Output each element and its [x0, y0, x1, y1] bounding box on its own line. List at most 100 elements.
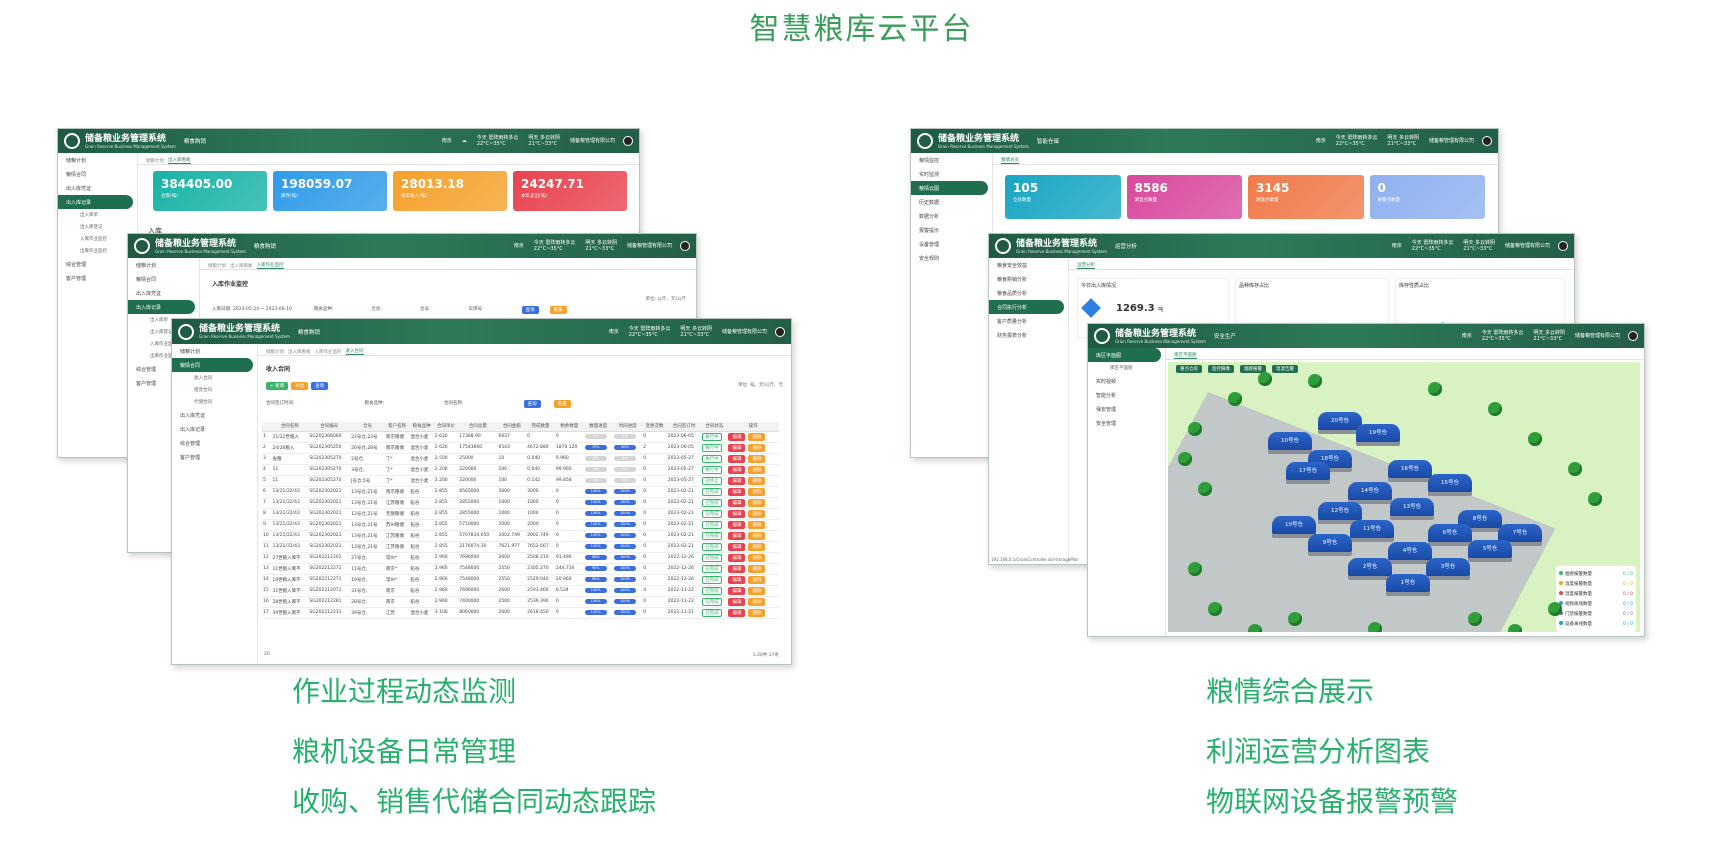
delete-button[interactable]: 删除: [748, 454, 766, 463]
edit-button[interactable]: 编辑: [728, 564, 746, 573]
module-name[interactable]: 安全生产: [1214, 332, 1236, 340]
delete-button[interactable]: 删除: [748, 531, 766, 540]
table-row[interactable]: 8 13/21/22/43 SG202302021 13号仓,21号 无锡粮储 稻谷 2.8…: [262, 508, 779, 520]
sidebar-item[interactable]: 历史数据: [911, 195, 992, 209]
delete-button[interactable]: 删除: [748, 509, 766, 518]
delete-button[interactable]: 删除: [748, 465, 766, 474]
table-row[interactable]: 15 31世粮入库不 SG202212071 31号仓, 南京 稻谷 2.960 769600…: [262, 585, 779, 597]
warehouse[interactable]: 9号仓: [1308, 534, 1352, 552]
sidebar-item[interactable]: 安全管理: [1088, 416, 1165, 430]
sidebar-item[interactable]: 设备管理: [911, 237, 992, 251]
tab-item[interactable]: 库区平面图: [1174, 352, 1197, 359]
delete-button[interactable]: 删除: [748, 608, 766, 617]
edit-button[interactable]: 编辑: [728, 454, 746, 463]
sidebar-item[interactable]: 粮食品质分析: [989, 286, 1068, 300]
warehouse[interactable]: 3号仓: [1426, 558, 1470, 576]
search-button[interactable]: 查询: [311, 382, 329, 390]
edit-button[interactable]: 编辑: [728, 531, 746, 540]
sidebar-item[interactable]: 数据分析: [911, 209, 992, 223]
add-button[interactable]: + 新增: [266, 382, 289, 390]
warehouse[interactable]: 12号仓: [1318, 502, 1362, 520]
module-name[interactable]: 运营分析: [1115, 242, 1137, 250]
delete-button[interactable]: 删除: [748, 432, 766, 441]
edit-button[interactable]: 编辑: [728, 487, 746, 496]
delete-button[interactable]: 删除: [748, 575, 766, 584]
edit-button[interactable]: 编辑: [728, 542, 746, 551]
sidebar-item[interactable]: 出入库登记: [58, 221, 137, 233]
table-row[interactable]: 3 省粮 SG202305270 2号仓, 丁* 混合小麦 2.500 25000 10 0.04…: [262, 453, 779, 465]
tab-item[interactable]: 收入合同: [345, 348, 364, 355]
table-row[interactable]: 4 11 SG202305270 3号仓, 丁* 混合小麦 2.200 220000 100 0.…: [262, 464, 779, 476]
sidebar-item[interactable]: 安全规则: [911, 251, 992, 265]
sidebar-item[interactable]: 粮食购销分析: [989, 272, 1068, 286]
warehouse[interactable]: 10号仓: [1272, 516, 1316, 534]
sidebar-item[interactable]: 实时视频: [1088, 374, 1165, 388]
delete-button[interactable]: 删除: [748, 498, 766, 507]
sidebar-item[interactable]: 财务报表分析: [989, 328, 1068, 342]
export-button[interactable]: 导出: [291, 382, 309, 390]
avatar[interactable]: [1558, 241, 1568, 251]
sidebar-item[interactable]: 储粮计划: [58, 153, 137, 167]
table-row[interactable]: 12 27世粮入库不 SG202212201 27号仓, 常州* 稻谷 2.960 76960…: [262, 552, 779, 564]
sidebar-item[interactable]: 综合管理: [58, 257, 137, 271]
filter-name[interactable]: 合同名称:: [444, 400, 464, 408]
sidebar-item[interactable]: 库区平面图: [1088, 362, 1165, 374]
warehouse[interactable]: 15号仓: [1428, 474, 1472, 492]
avatar[interactable]: [1628, 331, 1638, 341]
edit-button[interactable]: 编辑: [728, 575, 746, 584]
table-row[interactable]: 16 28世粮入库不 SG202212281 28号仓, 南京 稻谷 2.960 740000…: [262, 596, 779, 608]
warehouse[interactable]: 19号仓: [1356, 424, 1400, 442]
filter-house[interactable]: 仓房:: [371, 306, 382, 314]
query-button[interactable]: 查询: [521, 306, 539, 314]
sidebar-item[interactable]: 出入库单: [58, 209, 137, 221]
table-row[interactable]: 5 11 SG202305270 J号仓,5号 丁* 混合小麦 2.200 220000 100…: [262, 475, 779, 487]
edit-button[interactable]: 编辑: [728, 498, 746, 507]
filter-bin[interactable]: 仓号:: [420, 306, 431, 314]
sidebar-item[interactable]: 出入库凭证: [172, 408, 257, 422]
delete-button[interactable]: 删除: [748, 520, 766, 529]
sidebar-item[interactable]: 储粮计划: [172, 344, 257, 358]
table-row[interactable]: 1 21/22世粮入 SG202306060 22号仓,23号 南京粮储 混合小麦 2.62…: [262, 431, 779, 443]
delete-button[interactable]: 删除: [748, 542, 766, 551]
tab-item[interactable]: 储粮计划: [266, 349, 284, 355]
table-row[interactable]: 2 24/26粮入 SG202305250 26号仓,28号 南京粮储 混合小麦 2.620…: [262, 442, 779, 454]
delete-button[interactable]: 删除: [748, 476, 766, 485]
sidebar-item[interactable]: 收入合同: [172, 372, 257, 384]
edit-button[interactable]: 编辑: [728, 443, 746, 452]
filter-date[interactable]: 入库日期: 2023-05-24 ~ 2023-06-10: [212, 306, 292, 314]
edit-button[interactable]: 编辑: [728, 432, 746, 441]
tab-item[interactable]: 粮情总览: [1001, 157, 1019, 164]
edit-button[interactable]: 编辑: [728, 608, 746, 617]
module-name[interactable]: 粮食购销: [184, 137, 206, 145]
warehouse[interactable]: 10号仓: [1268, 432, 1312, 450]
sidebar-item[interactable]: 综合管理: [172, 436, 257, 450]
warehouse[interactable]: 1号仓: [1386, 574, 1430, 592]
avatar[interactable]: [623, 136, 633, 146]
sidebar-item[interactable]: 保安管理: [1088, 402, 1165, 416]
edit-button[interactable]: 编辑: [728, 509, 746, 518]
edit-button[interactable]: 编辑: [728, 476, 746, 485]
delete-button[interactable]: 删除: [748, 597, 766, 606]
warehouse[interactable]: 13号仓: [1390, 498, 1434, 516]
edit-button[interactable]: 编辑: [728, 553, 746, 562]
sidebar-item[interactable]: 租赁合同: [172, 384, 257, 396]
tab-item[interactable]: 储粮计划: [146, 158, 164, 164]
tab-item[interactable]: 储粮计划: [208, 263, 226, 269]
table-row[interactable]: 13 11世粮入库不 SG202212271 11号仓, 南京* 稻谷 2.960 75480…: [262, 563, 779, 575]
reset-button[interactable]: 重置: [549, 306, 567, 314]
table-row[interactable]: 17 39世粮入库不 SG202212211 39号仓, 江苏 混合小麦 3.100 8060…: [262, 607, 779, 619]
avatar[interactable]: [775, 326, 785, 337]
warehouse[interactable]: 17号仓: [1286, 462, 1330, 480]
warehouse[interactable]: 11号仓: [1350, 520, 1394, 538]
edit-button[interactable]: 编辑: [728, 586, 746, 595]
table-row[interactable]: 10 13/21/22/43 SG202302021 13号仓,21号 江苏粮储 稻谷 2.…: [262, 530, 779, 542]
edit-button[interactable]: 编辑: [728, 465, 746, 474]
sidebar-item[interactable]: 出入库记录: [58, 195, 133, 209]
sidebar-item[interactable]: 代储合同: [172, 396, 257, 408]
sidebar-item[interactable]: 储粮计划: [128, 258, 199, 272]
tab-item[interactable]: 出入库看板: [288, 349, 311, 355]
reset-button[interactable]: 重置: [553, 400, 571, 408]
delete-button[interactable]: 删除: [748, 443, 766, 452]
delete-button[interactable]: 删除: [748, 487, 766, 496]
edit-button[interactable]: 编辑: [728, 520, 746, 529]
